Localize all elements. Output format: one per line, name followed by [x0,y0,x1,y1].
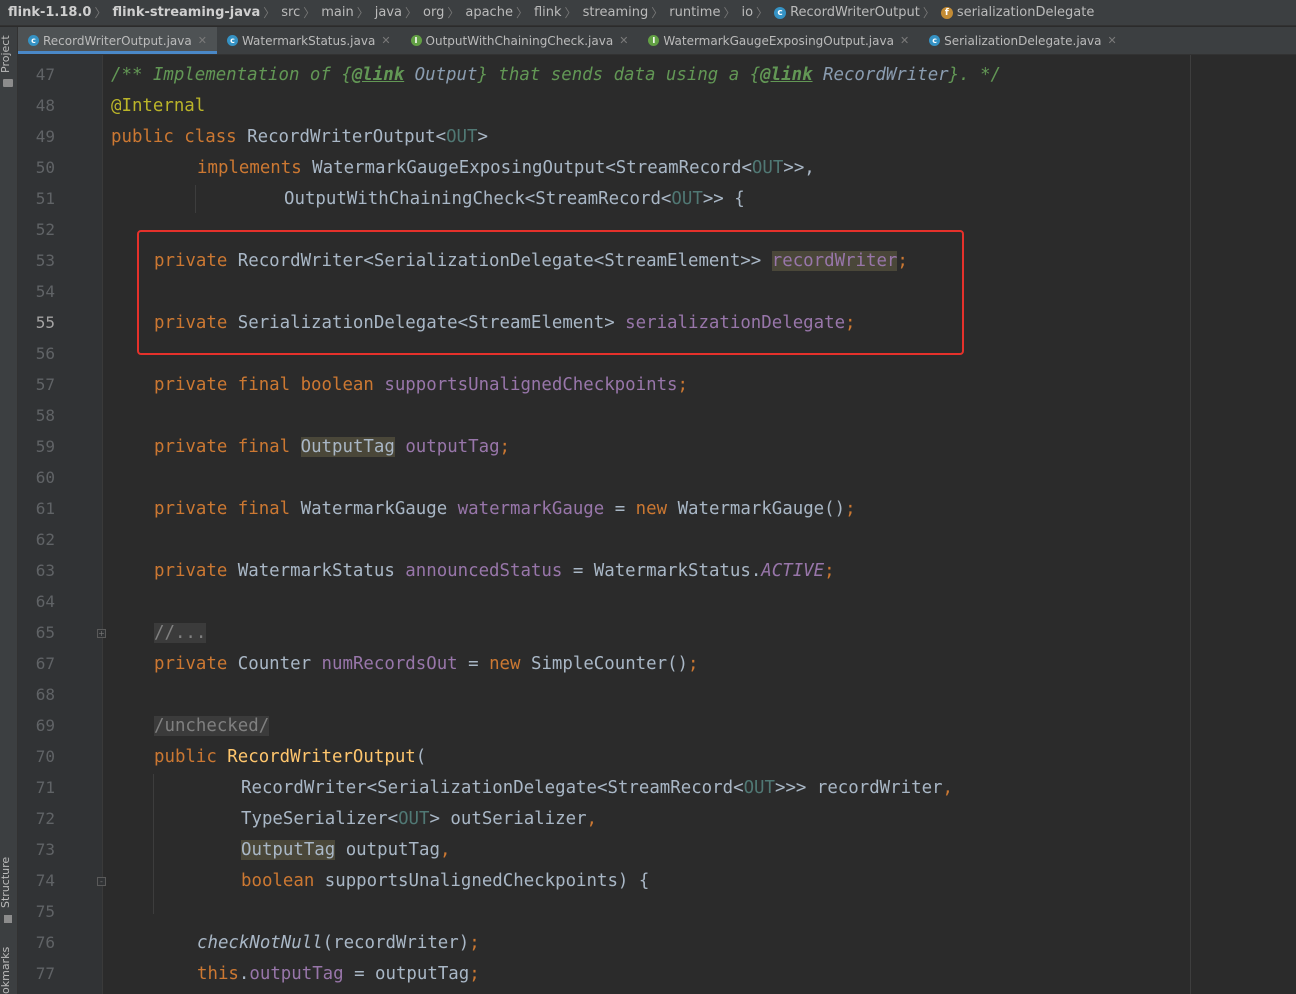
breadcrumb-item[interactable]: flink 〉 [534,4,583,21]
line-number: 71 [35,778,55,797]
class-icon: c [774,6,787,19]
line-number: 57 [35,375,55,394]
tab-outputwithchainingcheck[interactable]: I OutputWithChainingCheck.java ✕ [401,27,639,54]
code-line-69[interactable]: /unchecked/ [154,715,270,737]
breadcrumb-item[interactable]: main 〉 [321,4,375,21]
line-number: 77 [35,964,55,983]
line-number: 68 [35,685,55,704]
line-number: 70 [35,747,55,766]
line-number: 65 [35,623,55,642]
class-icon: c [929,35,941,46]
indent-guide [153,774,154,914]
highlight-annotation-box [137,230,964,355]
indent-guide [195,185,196,213]
code-line-59[interactable]: private final OutputTag outputTag; [154,436,510,458]
left-tool-strip: Project Structure okmarks [0,27,18,994]
tab-label: RecordWriterOutput.java [43,33,192,48]
code-line-63[interactable]: private WatermarkStatus announcedStatus … [154,560,835,582]
line-number: 48 [35,96,55,115]
code-line-72[interactable]: TypeSerializer<OUT> outSerializer, [241,808,597,830]
tab-watermarkstatus[interactable]: c WatermarkStatus.java ✕ [217,27,401,54]
tab-label: OutputWithChainingCheck.java [425,33,614,48]
line-number: 54 [35,282,55,301]
editor-tab-bar: c RecordWriterOutput.java ✕ c WatermarkS… [18,27,1296,55]
line-number: 53 [35,251,55,270]
right-margin-guide [1190,55,1191,994]
line-number: 63 [35,561,55,580]
code-line-73[interactable]: OutputTag outputTag, [241,839,450,861]
class-icon: c [28,35,39,46]
breadcrumb-item[interactable]: streaming 〉 [583,4,670,21]
tab-label: WatermarkGaugeExposingOutput.java [663,33,894,48]
close-icon[interactable]: ✕ [198,34,207,47]
bookmarks-tool-tab[interactable]: okmarks [0,947,12,994]
line-number: 72 [35,809,55,828]
line-number: 60 [35,468,55,487]
fold-collapse-icon[interactable]: - [97,877,106,886]
line-number: 61 [35,499,55,518]
gutter-divider [102,55,103,994]
code-line-47[interactable]: /** Implementation of {@link Output} tha… [111,64,1001,86]
line-number: 62 [35,530,55,549]
tab-watermarkgaugeexposingoutput[interactable]: I WatermarkGaugeExposingOutput.java ✕ [638,27,919,54]
code-line-67[interactable]: private Counter numRecordsOut = new Simp… [154,653,699,675]
line-number: 52 [35,220,55,239]
line-number: 49 [35,127,55,146]
code-line-74[interactable]: boolean supportsUnalignedCheckpoints) { [241,870,649,892]
breadcrumb-item[interactable]: org 〉 [423,4,465,21]
breadcrumb-item[interactable]: c RecordWriterOutput 〉 [774,4,941,21]
interface-icon: I [410,35,422,46]
line-number: 56 [35,344,55,363]
code-line-49[interactable]: public class RecordWriterOutput<OUT> [111,126,488,148]
code-line-65-folded[interactable]: //... [154,622,207,644]
code-line-51[interactable]: OutputWithChainingCheck<StreamRecord<OUT… [284,188,745,210]
close-icon[interactable]: ✕ [900,34,909,47]
fold-expand-icon[interactable]: + [97,629,106,638]
code-line-57[interactable]: private final boolean supportsUnalignedC… [154,374,688,396]
close-icon[interactable]: ✕ [619,34,628,47]
line-number: 74 [35,871,55,890]
line-number: 69 [35,716,55,735]
project-tool-tab[interactable]: Project [0,35,12,73]
code-line-71[interactable]: RecordWriter<SerializationDelegate<Strea… [241,777,953,799]
code-line-76[interactable]: checkNotNull(recordWriter); [197,932,480,954]
breadcrumb-item[interactable]: java 〉 [375,4,423,21]
field-icon: f [940,6,953,19]
line-number: 58 [35,406,55,425]
close-icon[interactable]: ✕ [1107,34,1116,47]
breadcrumb-item[interactable]: flink-streaming-java 〉 [112,4,281,21]
tab-label: SerializationDelegate.java [944,33,1102,48]
tab-serializationdelegate[interactable]: c SerializationDelegate.java ✕ [919,27,1127,54]
line-number: 75 [35,902,55,921]
close-icon[interactable]: ✕ [381,34,390,47]
structure-tool-tab[interactable]: Structure [0,857,12,908]
breadcrumb-item[interactable]: apache 〉 [465,4,534,21]
breadcrumb-item[interactable]: flink-1.18.0 〉 [8,4,112,21]
code-line-61[interactable]: private final WatermarkGauge watermarkGa… [154,498,856,520]
code-line-70[interactable]: public RecordWriterOutput( [154,746,426,768]
line-number: 47 [35,65,55,84]
breadcrumb-item[interactable]: io 〉 [741,4,774,21]
code-line-48[interactable]: @Internal [111,95,205,117]
tab-recordwriteroutput[interactable]: c RecordWriterOutput.java ✕ [18,27,217,54]
folder-icon [3,79,13,87]
structure-icon [4,915,12,923]
code-line-77[interactable]: this.outputTag = outputTag; [197,963,480,985]
class-icon: c [226,35,238,46]
line-number: 76 [35,933,55,952]
current-line-number: 55 [35,313,55,332]
line-number: 73 [35,840,55,859]
breadcrumb-item[interactable]: f serializationDelegate [940,5,1094,20]
tab-label: WatermarkStatus.java [241,33,376,48]
breadcrumb-item[interactable]: src 〉 [281,4,321,21]
code-line-50[interactable]: implements WatermarkGaugeExposingOutput<… [197,157,815,179]
breadcrumb-item[interactable]: runtime 〉 [669,4,741,21]
line-number: 59 [35,437,55,456]
line-number: 51 [35,189,55,208]
line-number: 67 [35,654,55,673]
interface-icon: I [648,35,660,46]
breadcrumb: flink-1.18.0 〉 flink-streaming-java 〉 src 〉… [0,0,1296,26]
line-number: 50 [35,158,55,177]
line-number: 64 [35,592,55,611]
